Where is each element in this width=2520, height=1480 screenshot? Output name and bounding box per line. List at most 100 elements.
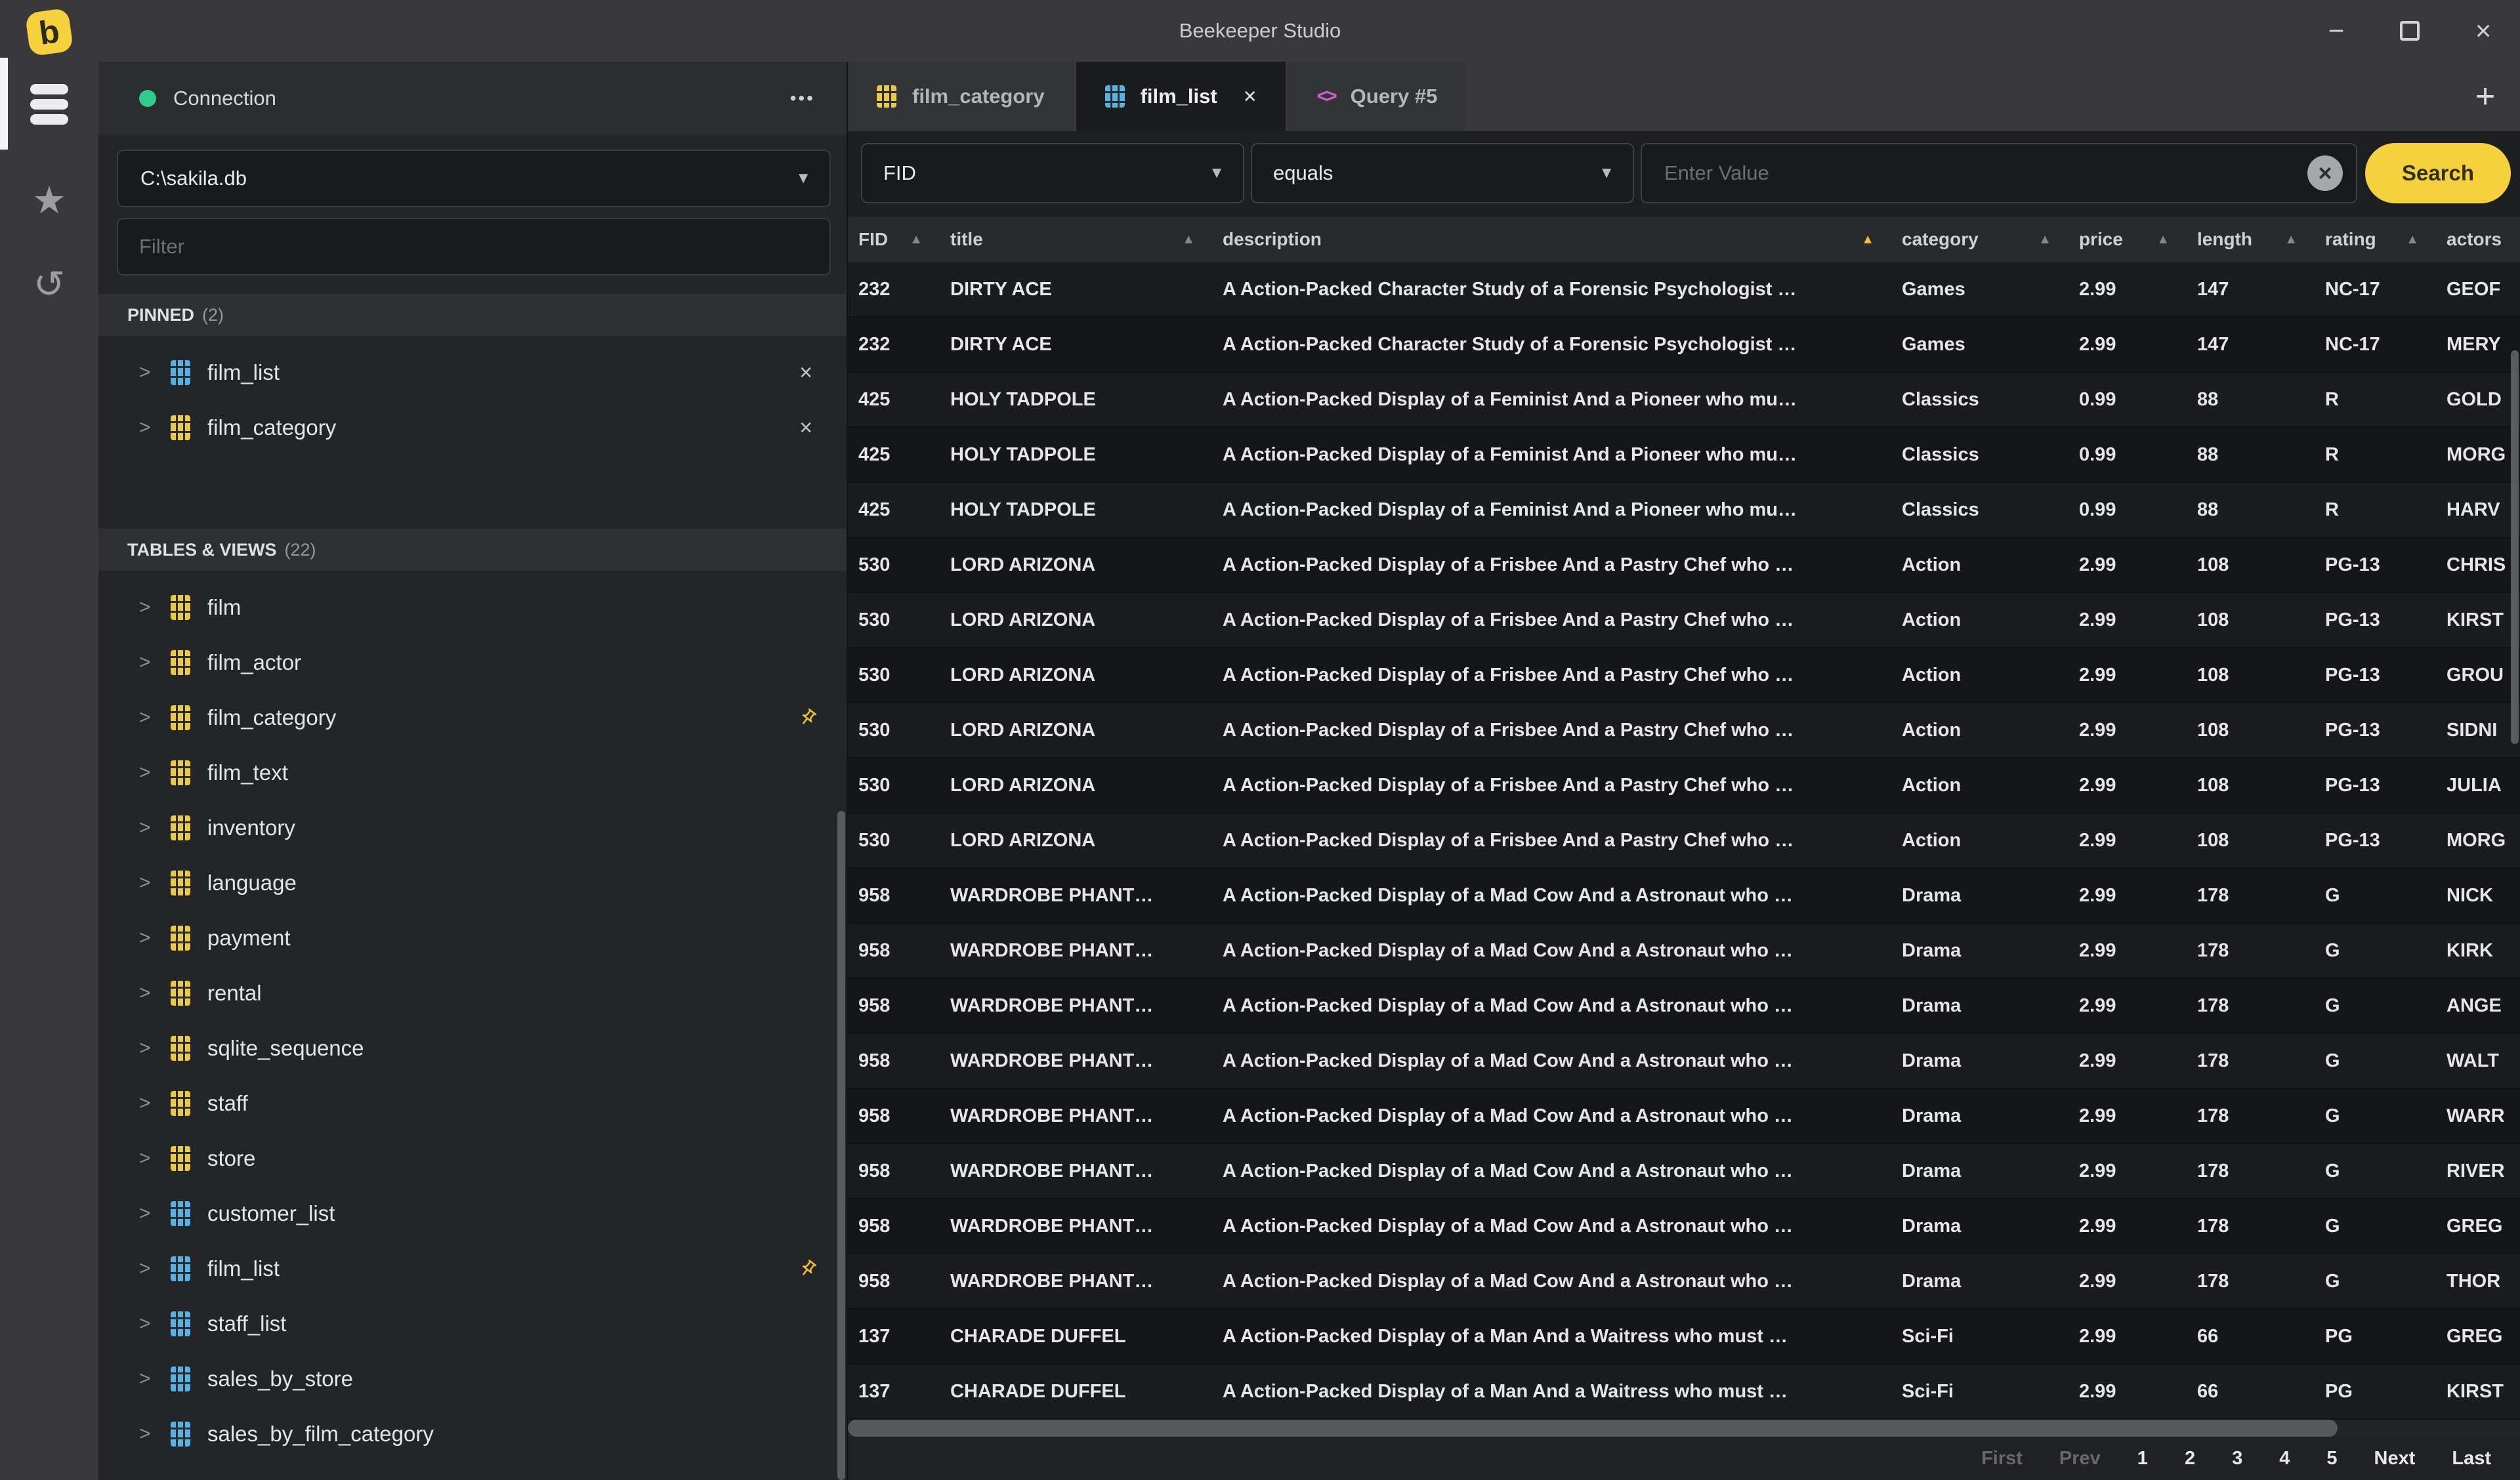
column-header-title[interactable]: title▲ [940, 216, 1212, 262]
connection-menu-icon[interactable]: ••• [790, 88, 815, 109]
minimize-button[interactable]: − [2300, 0, 2373, 62]
sidebar-item-sqlite_sequence[interactable]: >sqlite_sequence [98, 1021, 847, 1076]
sidebar-item-store[interactable]: >store [98, 1131, 847, 1186]
sort-arrow-icon[interactable]: ▲ [2156, 232, 2170, 247]
sidebar-item-film_category[interactable]: >film_category [98, 690, 847, 745]
expand-chevron-icon[interactable]: > [139, 1147, 159, 1170]
column-header-length[interactable]: length▲ [2187, 216, 2315, 262]
table-row[interactable]: 232DIRTY ACEA Action-Packed Character St… [848, 262, 2520, 318]
filter-column-select[interactable]: FID ▼ [861, 143, 1244, 203]
page-button-2[interactable]: 2 [2185, 1448, 2195, 1470]
database-select[interactable]: C:\sakila.db ▼ [117, 150, 831, 207]
connection-header[interactable]: Connection ••• [98, 62, 847, 135]
maximize-button[interactable] [2373, 0, 2446, 62]
sort-arrow-icon[interactable]: ▲ [1861, 232, 1874, 247]
page-button-last[interactable]: Last [2452, 1448, 2491, 1470]
sidebar-item-film[interactable]: >film [98, 580, 847, 635]
sidebar-filter-input[interactable] [117, 218, 831, 276]
expand-chevron-icon[interactable]: > [139, 1423, 159, 1445]
column-header-description[interactable]: description▲ [1212, 216, 1891, 262]
table-row[interactable]: 232DIRTY ACEA Action-Packed Character St… [848, 318, 2520, 373]
table-horizontal-scrollbar-track[interactable] [848, 1420, 2520, 1437]
unpin-close-icon[interactable]: × [799, 415, 812, 441]
sidebar-scrollbar-thumb[interactable] [837, 811, 845, 1480]
sort-arrow-icon[interactable]: ▲ [2038, 232, 2051, 247]
table-row[interactable]: 958WARDROBE PHANT…A Action-Packed Displa… [848, 1144, 2520, 1199]
expand-chevron-icon[interactable]: > [139, 1092, 159, 1115]
sidebar-item-film_list[interactable]: >film_list× [98, 345, 847, 400]
expand-chevron-icon[interactable]: > [139, 982, 159, 1004]
column-header-actors[interactable]: actors [2436, 216, 2520, 262]
unpin-close-icon[interactable]: × [799, 360, 812, 386]
page-button-prev[interactable]: Prev [2059, 1448, 2101, 1470]
page-button-3[interactable]: 3 [2232, 1448, 2242, 1470]
expand-chevron-icon[interactable]: > [139, 817, 159, 839]
sort-arrow-icon[interactable]: ▲ [1182, 232, 1195, 247]
table-row[interactable]: 530LORD ARIZONAA Action-Packed Display o… [848, 593, 2520, 648]
expand-chevron-icon[interactable]: > [139, 596, 159, 619]
tab-film-list[interactable]: film_list× [1076, 62, 1286, 131]
sidebar-item-language[interactable]: >language [98, 855, 847, 911]
sidebar-item-customer_list[interactable]: >customer_list [98, 1186, 847, 1241]
table-row[interactable]: 958WARDROBE PHANT…A Action-Packed Displa… [848, 1034, 2520, 1089]
table-row[interactable]: 425HOLY TADPOLEA Action-Packed Display o… [848, 483, 2520, 538]
filter-value-input[interactable] [1641, 143, 2357, 203]
pin-icon[interactable] [794, 1255, 822, 1283]
sort-arrow-icon[interactable]: ▲ [2406, 232, 2419, 247]
expand-chevron-icon[interactable]: > [139, 1037, 159, 1059]
filter-operator-select[interactable]: equals ▼ [1251, 143, 1634, 203]
expand-chevron-icon[interactable]: > [139, 762, 159, 784]
table-row[interactable]: 425HOLY TADPOLEA Action-Packed Display o… [848, 428, 2520, 483]
expand-chevron-icon[interactable]: > [139, 651, 159, 674]
sidebar-item-sales_by_film_category[interactable]: >sales_by_film_category [98, 1407, 847, 1462]
sidebar-item-rental[interactable]: >rental [98, 966, 847, 1021]
sort-arrow-icon[interactable]: ▲ [910, 232, 923, 247]
page-button-1[interactable]: 1 [2137, 1448, 2148, 1470]
rail-history-button[interactable]: ↺ [0, 248, 98, 320]
table-row[interactable]: 530LORD ARIZONAA Action-Packed Display o… [848, 703, 2520, 758]
expand-chevron-icon[interactable]: > [139, 1258, 159, 1280]
expand-chevron-icon[interactable]: > [139, 927, 159, 949]
expand-chevron-icon[interactable]: > [139, 1368, 159, 1390]
table-row[interactable]: 425HOLY TADPOLEA Action-Packed Display o… [848, 373, 2520, 428]
sidebar-item-sales_by_store[interactable]: >sales_by_store [98, 1351, 847, 1407]
expand-chevron-icon[interactable]: > [139, 361, 159, 384]
column-header-price[interactable]: price▲ [2068, 216, 2187, 262]
sidebar-item-staff_list[interactable]: >staff_list [98, 1296, 847, 1351]
column-header-rating[interactable]: rating▲ [2315, 216, 2436, 262]
table-row[interactable]: 530LORD ARIZONAA Action-Packed Display o… [848, 758, 2520, 813]
search-button[interactable]: Search [2365, 143, 2511, 203]
table-row[interactable]: 530LORD ARIZONAA Action-Packed Display o… [848, 648, 2520, 703]
page-button-5[interactable]: 5 [2326, 1448, 2337, 1470]
sidebar-item-film_text[interactable]: >film_text [98, 745, 847, 800]
table-row[interactable]: 958WARDROBE PHANT…A Action-Packed Displa… [848, 979, 2520, 1034]
table-horizontal-scrollbar-thumb[interactable] [848, 1420, 2338, 1437]
expand-chevron-icon[interactable]: > [139, 872, 159, 894]
expand-chevron-icon[interactable]: > [139, 707, 159, 729]
table-row[interactable]: 530LORD ARIZONAA Action-Packed Display o… [848, 813, 2520, 869]
sort-arrow-icon[interactable]: ▲ [2284, 232, 2298, 247]
tab-film-category[interactable]: film_category [848, 62, 1074, 131]
page-button-first[interactable]: First [1981, 1448, 2023, 1470]
sidebar-item-film_actor[interactable]: >film_actor [98, 635, 847, 690]
new-tab-button[interactable]: + [2462, 62, 2508, 131]
pin-icon[interactable] [794, 704, 822, 731]
table-row[interactable]: 958WARDROBE PHANT…A Action-Packed Displa… [848, 1089, 2520, 1144]
tab-close-icon[interactable]: × [1244, 84, 1257, 110]
page-button-4[interactable]: 4 [2279, 1448, 2290, 1470]
table-row[interactable]: 958WARDROBE PHANT…A Action-Packed Displa… [848, 924, 2520, 979]
sidebar-item-staff[interactable]: >staff [98, 1076, 847, 1131]
table-row[interactable]: 137CHARADE DUFFELA Action-Packed Display… [848, 1309, 2520, 1365]
clear-icon[interactable]: × [2307, 155, 2343, 191]
rail-tables-button[interactable] [0, 68, 98, 140]
close-button[interactable]: × [2446, 0, 2520, 62]
sidebar-item-film_category[interactable]: >film_category× [98, 400, 847, 455]
table-row[interactable]: 958WARDROBE PHANT…A Action-Packed Displa… [848, 1254, 2520, 1309]
expand-chevron-icon[interactable]: > [139, 417, 159, 439]
column-header-fid[interactable]: FID▲ [848, 216, 940, 262]
sidebar-item-film_list[interactable]: >film_list [98, 1241, 847, 1296]
table-row[interactable]: 958WARDROBE PHANT…A Action-Packed Displa… [848, 1199, 2520, 1254]
column-header-category[interactable]: category▲ [1891, 216, 2068, 262]
table-vertical-scrollbar-thumb[interactable] [2511, 350, 2519, 744]
expand-chevron-icon[interactable]: > [139, 1313, 159, 1335]
